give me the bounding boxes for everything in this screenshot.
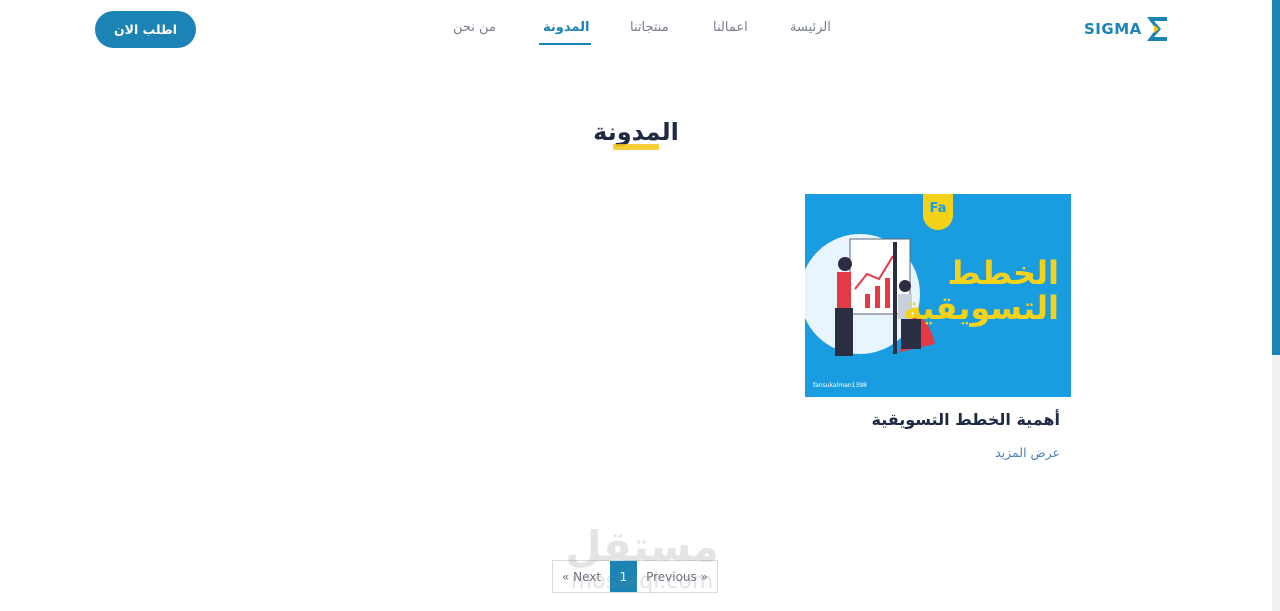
watermark-latin: mostaql.com (570, 569, 714, 594)
watermark-arabic: مستقل (565, 522, 719, 571)
read-more-link[interactable]: عرض المزيد (805, 445, 1060, 460)
nav-active-indicator (539, 43, 591, 45)
image-title-line2: التسويقية (902, 289, 1059, 327)
image-handle: fansukalman1398 (813, 382, 867, 389)
nav-blog[interactable]: المدونة (543, 20, 589, 35)
blog-post-title[interactable]: أهمية الخطط التسويقية (805, 410, 1060, 429)
mostaql-watermark: مستقل mostaql.com (562, 522, 722, 594)
nav-home[interactable]: الرئيسة (790, 20, 831, 35)
nav-works[interactable]: اعمالنا (713, 20, 748, 35)
site-header: SIGMA الرئيسة اعمالنا منتجاتنا المدونة م… (0, 0, 1272, 60)
order-now-button[interactable]: اطلب الان (95, 11, 196, 48)
blog-post-image[interactable]: Fa الخطط التسويقية fansukalman1398 (805, 194, 1071, 397)
title-underline-accent (613, 144, 659, 150)
nav-about[interactable]: من نحن (453, 20, 496, 35)
nav-products[interactable]: منتجاتنا (630, 20, 669, 35)
scrollbar-thumb[interactable] (1272, 0, 1280, 355)
page-title: المدونة (593, 118, 679, 146)
image-title-line1: الخطط (947, 254, 1059, 292)
fa-badge: Fa (923, 194, 953, 230)
